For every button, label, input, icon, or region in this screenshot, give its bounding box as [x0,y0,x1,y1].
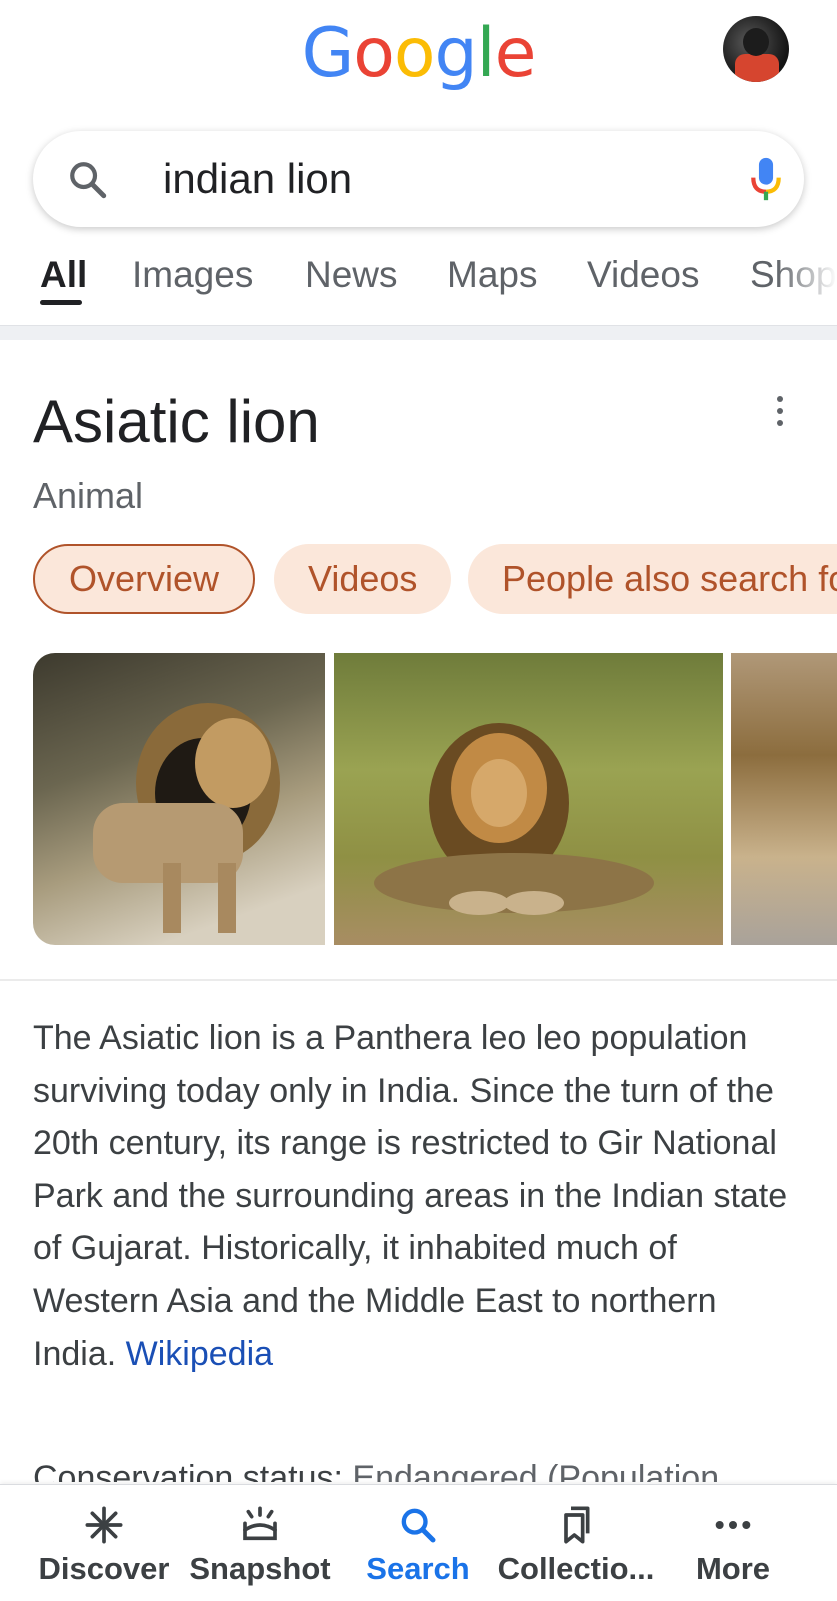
tabs-fade [776,250,837,306]
search-tabs: All Images News Maps Videos Shop [0,246,837,314]
asterisk-icon [85,1506,123,1544]
section-divider [0,325,837,340]
chip-videos[interactable]: Videos [274,544,452,614]
more-options-icon[interactable] [770,396,790,430]
lion-image-1[interactable] [33,653,325,945]
search-input[interactable]: indian lion [163,153,352,205]
tab-videos[interactable]: Videos [587,252,699,298]
header: Google [0,0,837,115]
wikipedia-link[interactable]: Wikipedia [126,1335,273,1373]
nav-label: More [695,1551,771,1586]
description-text: The Asiatic lion is a Panthera leo leo p… [33,1019,788,1373]
active-tab-indicator [40,300,82,305]
nav-label: Search [366,1551,470,1586]
chip-people-also-search[interactable]: People also search fo [468,544,837,614]
more-dots-icon [715,1521,751,1529]
tab-images[interactable]: Images [132,252,253,298]
nav-label: Collectio... [497,1551,655,1586]
bookmark-icon [564,1506,590,1544]
lion-image-3[interactable] [731,653,837,945]
nav-label: Discover [38,1551,170,1586]
lion-image-2[interactable] [334,653,723,945]
microphone-icon[interactable] [749,155,783,203]
nav-discover[interactable]: Discover [21,1485,187,1601]
conservation-value[interactable]: Endangered (Population [352,1459,719,1482]
nav-snapshot[interactable]: Snapshot [177,1485,343,1601]
logo-letter: o [353,14,395,93]
search-bar[interactable]: indian lion [33,131,804,227]
search-icon [70,162,107,199]
nav-collections[interactable]: Collectio... [493,1485,659,1601]
divider [0,979,837,981]
chip-overview[interactable]: Overview [33,544,256,614]
panel-description: The Asiatic lion is a Panthera leo leo p… [33,1012,793,1380]
tab-maps[interactable]: Maps [447,252,537,298]
search-icon [401,1508,436,1543]
nav-label: Snapshot [189,1551,331,1586]
nav-more[interactable]: More [650,1485,816,1601]
conservation-status: Conservation status: Endangered (Populat… [33,1456,837,1482]
tab-news[interactable]: News [305,252,398,298]
google-logo[interactable]: Google [0,14,837,94]
conservation-label: Conservation status: [33,1459,343,1482]
logo-letter: e [494,14,537,93]
bottom-navigation: Discover Snapshot Search Collectio... Mo… [0,1484,837,1601]
logo-letter: g [434,14,478,93]
logo-letter: G [301,14,355,93]
logo-letter: l [476,14,496,93]
nav-search[interactable]: Search [335,1485,501,1601]
tab-all[interactable]: All [40,252,87,298]
snapshot-icon [243,1506,277,1541]
panel-title: Asiatic lion [33,388,320,455]
logo-letter: o [393,14,436,93]
panel-subtitle: Animal [33,475,144,516]
avatar[interactable] [723,16,789,82]
